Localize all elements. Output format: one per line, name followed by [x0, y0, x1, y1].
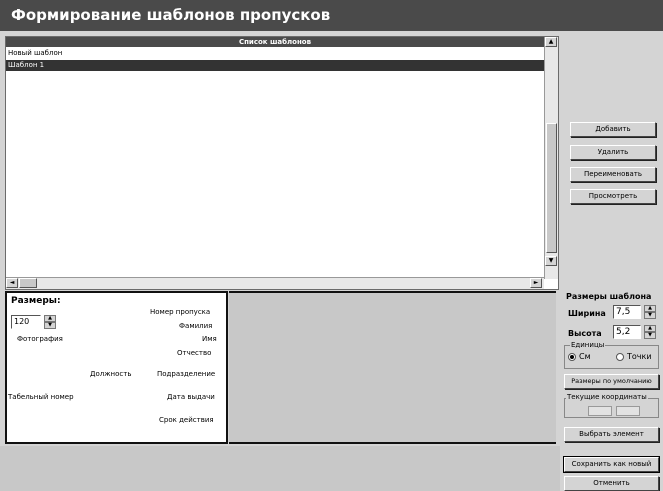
field-department[interactable]: Подразделение	[157, 370, 215, 378]
height-label: Высота	[568, 329, 602, 338]
delete-button[interactable]: Удалить	[570, 145, 656, 160]
field-position[interactable]: Должность	[90, 370, 131, 378]
cancel-button[interactable]: Отменить	[564, 476, 659, 491]
templates-listbox[interactable]: Список шаблонов Новый шаблон Шаблон 1 ▲ …	[5, 36, 559, 290]
horizontal-scroll-thumb[interactable]	[19, 278, 37, 288]
scroll-up-icon[interactable]: ▲	[545, 37, 557, 47]
coord-x-field	[588, 406, 612, 416]
field-first-name[interactable]: Имя	[202, 335, 217, 343]
vertical-scroll-thumb[interactable]	[546, 123, 557, 253]
unit-points-radio[interactable]	[616, 353, 624, 361]
field-issue-date[interactable]: Дата выдачи	[167, 393, 215, 401]
field-pass-number[interactable]: Номер пропуска	[150, 308, 210, 316]
horizontal-scrollbar[interactable]: ◄ ►	[6, 277, 544, 289]
field-photo[interactable]: Фотография	[17, 335, 63, 343]
scroll-left-icon[interactable]: ◄	[6, 278, 18, 288]
scroll-down-icon[interactable]: ▼	[545, 256, 557, 266]
coords-label: Текущие координаты	[566, 393, 648, 401]
field-personnel-number[interactable]: Табельный номер	[8, 393, 74, 401]
vertical-scrollbar[interactable]: ▲ ▼	[544, 37, 558, 279]
spin-down-icon[interactable]: ▼	[44, 322, 56, 329]
design-area	[229, 291, 556, 444]
height-spin-up-icon[interactable]: ▲	[644, 325, 656, 332]
rename-button[interactable]: Переименовать	[570, 167, 656, 182]
add-button[interactable]: Добавить	[570, 122, 656, 137]
photo-size-input[interactable]: 120	[11, 315, 41, 329]
units-label: Единицы	[570, 341, 606, 349]
spin-up-icon[interactable]: ▲	[44, 315, 56, 322]
scroll-right-icon[interactable]: ►	[530, 278, 542, 288]
pass-template-preview[interactable]: Размеры: 120 ▲ ▼ Фотография Номер пропус…	[5, 291, 228, 444]
list-item-new-template[interactable]: Новый шаблон	[6, 48, 544, 59]
unit-points-label[interactable]: Точки	[627, 352, 652, 361]
window-title: Формирование шаблонов пропусков	[0, 0, 663, 31]
width-label: Ширина	[568, 309, 606, 318]
height-input[interactable]: 5,2	[613, 325, 641, 339]
unit-cm-label[interactable]: См	[579, 352, 591, 361]
height-spin-down-icon[interactable]: ▼	[644, 332, 656, 339]
coord-y-field	[616, 406, 640, 416]
template-size-title: Размеры шаблона	[566, 292, 652, 301]
preview-button[interactable]: Просмотреть	[570, 189, 656, 204]
select-element-button[interactable]: Выбрать элемент	[564, 427, 659, 442]
width-spin-down-icon[interactable]: ▼	[644, 312, 656, 319]
sizes-label: Размеры:	[11, 296, 61, 306]
templates-list-header: Список шаблонов	[6, 37, 544, 47]
width-input[interactable]: 7,5	[613, 305, 641, 319]
field-validity[interactable]: Срок действия	[159, 416, 214, 424]
field-patronymic[interactable]: Отчество	[177, 349, 211, 357]
list-item-template-1[interactable]: Шаблон 1	[6, 60, 544, 71]
save-as-new-button[interactable]: Сохранить как новый	[563, 456, 660, 473]
unit-cm-radio[interactable]	[568, 353, 576, 361]
status-area	[0, 446, 560, 491]
default-sizes-button[interactable]: Размеры по умолчанию	[564, 374, 659, 389]
field-last-name[interactable]: Фамилия	[179, 322, 212, 330]
width-spin-up-icon[interactable]: ▲	[644, 305, 656, 312]
